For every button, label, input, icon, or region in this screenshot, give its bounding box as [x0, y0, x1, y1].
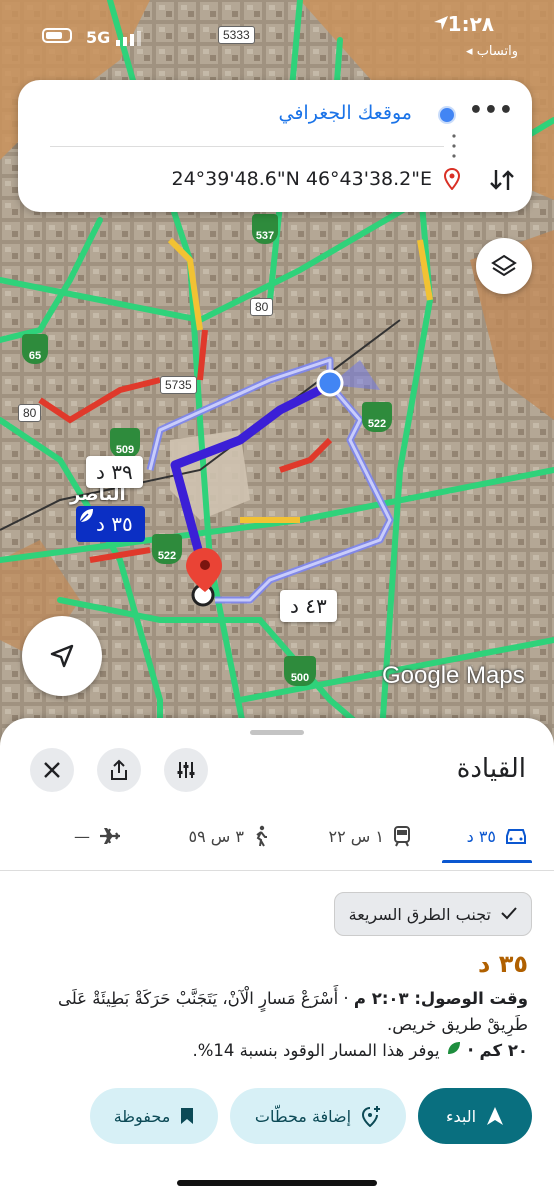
start-button[interactable]: البدء [418, 1088, 532, 1144]
road-shield: 522 [362, 402, 392, 432]
tab-transit[interactable]: ١ س ٢٢ [329, 816, 412, 856]
route-alt1-label[interactable]: ٣٩ د [86, 456, 143, 488]
share-icon [111, 759, 127, 780]
route-alt2-label[interactable]: ٤٣ د [280, 590, 337, 622]
navigation-icon [487, 1107, 504, 1125]
layers-icon [491, 254, 517, 277]
active-tab-indicator [442, 860, 532, 863]
road-number: 80 [250, 298, 274, 316]
home-indicator[interactable] [177, 1180, 377, 1186]
swap-icon[interactable] [488, 166, 516, 194]
route-description: وقت الوصول: ٢:٠٣ م · أَسْرَعْ مَسارٍ الْ… [30, 986, 528, 1038]
route-selected-duration: ٣٥ د [96, 512, 133, 536]
layers-button[interactable] [476, 238, 532, 294]
tab-flights[interactable]: — [74, 816, 122, 856]
status-bar: 5G 1:٢٨ ◂ واتساب [0, 0, 554, 66]
bookmark-icon [181, 1108, 194, 1124]
directions-sheet: القيادة ٣٥ د ١ س ٢٢ ٣ س ٥٩ — تجنب الطرق … [0, 718, 554, 1200]
sliders-icon [177, 762, 195, 778]
route-options-button[interactable] [164, 748, 208, 792]
route-duration: ٣٥ د [478, 950, 528, 978]
road-shield: 509 [110, 428, 140, 458]
close-icon [44, 762, 60, 778]
tab-driving[interactable]: ٣٥ د [467, 816, 528, 856]
road-shield: 537 [252, 214, 278, 244]
road-shield: 522 [152, 534, 182, 564]
network-type: 5G [86, 28, 111, 47]
road-number: 80 [18, 404, 42, 422]
train-icon [394, 826, 410, 847]
road-shield: 65 [22, 334, 48, 364]
current-location-icon [438, 106, 456, 124]
arrival-time: وقت الوصول: ٢:٠٣ م [353, 989, 528, 1008]
destination-pin-icon [444, 168, 460, 190]
tab-driving-label: ٣٥ د [466, 826, 496, 846]
road-shield: 500 [284, 656, 316, 686]
divider [0, 870, 554, 871]
tab-transit-label: ١ س ٢٢ [328, 826, 384, 846]
recenter-button[interactable] [22, 616, 102, 696]
navigation-arrow-icon [50, 644, 74, 668]
car-icon [506, 829, 526, 844]
sheet-handle[interactable] [250, 730, 304, 735]
add-stops-button[interactable]: إضافة محطّات [230, 1088, 406, 1144]
walk-icon [256, 825, 267, 847]
tab-flights-label: — [74, 826, 90, 846]
saved-label: محفوظة [113, 1106, 171, 1126]
check-icon [501, 905, 517, 924]
road-number: 5735 [160, 376, 197, 394]
add-stops-label: إضافة محطّات [254, 1106, 352, 1126]
tab-walking[interactable]: ٣ س ٥٩ [189, 816, 270, 856]
route-selected-label[interactable]: ٣٥ د [76, 506, 145, 542]
route-distance: ٢٠ كم · [467, 1040, 528, 1060]
more-options-button[interactable]: ••• [469, 98, 514, 123]
tab-walking-label: ٣ س ٥٩ [188, 826, 244, 846]
sheet-title: القيادة [456, 754, 526, 784]
start-button-label: البدء [445, 1106, 477, 1126]
origin-field[interactable]: موقعك الجغرافي [279, 102, 412, 124]
action-buttons: البدء إضافة محطّات محفوظة [0, 1088, 554, 1146]
back-to-app-link[interactable]: ◂ واتساب [466, 44, 518, 59]
divider [50, 146, 444, 147]
add-location-icon [362, 1106, 381, 1127]
saved-button[interactable]: محفوظة [90, 1088, 218, 1144]
travel-mode-tabs: ٣٥ د ١ س ٢٢ ٣ س ٥٩ — [0, 816, 554, 872]
destination-field[interactable]: 24°39'48.6"N 46°43'38.2"E [172, 168, 433, 190]
route-dots-icon [452, 134, 456, 158]
clock: 1:٢٨ [447, 12, 494, 36]
share-button[interactable] [97, 748, 141, 792]
signal-icon [116, 31, 141, 46]
route-meta: ٢٠ كم · يوفر هذا المسار الوقود بنسبة 14%… [192, 1040, 528, 1060]
avoid-highways-chip[interactable]: تجنب الطرق السريعة [333, 892, 532, 936]
eco-leaf-icon [446, 1040, 462, 1060]
battery-icon [42, 28, 72, 43]
fuel-savings: يوفر هذا المسار الوقود بنسبة 14%. [192, 1040, 440, 1060]
plane-icon [100, 828, 120, 844]
directions-card: ••• موقعك الجغرافي 24°39'48.6"N 46°43'38… [18, 80, 532, 212]
chip-label: تجنب الطرق السريعة [348, 904, 491, 924]
close-button[interactable] [30, 748, 74, 792]
google-maps-watermark: Google Maps [382, 662, 525, 689]
